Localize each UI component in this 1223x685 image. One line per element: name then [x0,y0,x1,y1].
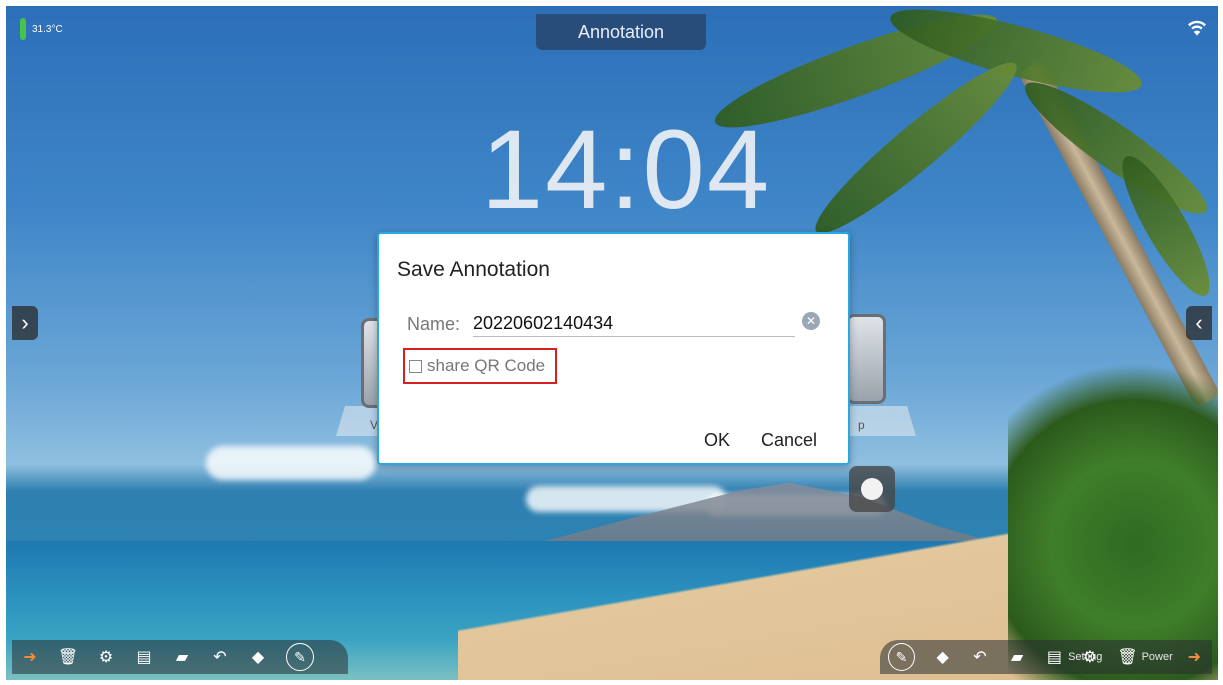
temperature-indicator: 31.3°C [20,18,63,40]
trash-icon[interactable]: 🗑 [58,647,78,667]
app-tile-right-label: p [858,418,865,432]
share-qr-code-label[interactable]: share QR Code [427,356,545,376]
temperature-value: 31.3°C [32,23,63,35]
eraser-icon[interactable]: ◆ [933,647,952,667]
expand-left-arrow[interactable]: › [12,306,38,340]
save-icon[interactable]: ▤ [134,647,154,667]
trash-icon[interactable]: 🗑 [1117,647,1137,667]
save-annotation-dialog: Save Annotation Name: ✕ share QR Code OK… [377,232,850,465]
cancel-button[interactable]: Cancel [761,430,817,451]
folder-icon[interactable]: ▰ [172,647,192,667]
expand-right-arrow[interactable]: ‹ [1186,306,1212,340]
pen-icon[interactable]: ✎ [888,643,916,671]
annotation-toolbar-right: ✎ ◆ ↶ ▰ ▤ Setting ⚙ 🗑 Power ➜ [880,640,1212,674]
thermometer-icon [20,18,26,40]
name-label: Name: [407,314,461,334]
ok-button[interactable]: OK [704,430,730,451]
undo-icon[interactable]: ↶ [970,647,989,667]
clear-icon[interactable]: ✕ [802,312,820,330]
app-tile-right[interactable] [846,314,886,404]
record-button[interactable] [849,466,895,512]
clock: 14:04 [480,107,772,232]
power-label[interactable]: Power [1142,651,1173,663]
gear-icon[interactable]: ⚙ [96,647,116,667]
pen-icon[interactable]: ✎ [286,643,314,671]
name-input[interactable] [473,310,795,337]
save-icon[interactable]: ▤ [1045,647,1064,667]
folder-icon[interactable]: ▰ [1008,647,1027,667]
annotation-title: Annotation [536,14,706,50]
gear-icon[interactable]: ⚙ [1080,647,1099,667]
eraser-icon[interactable]: ◆ [248,647,268,667]
exit-icon[interactable]: ➜ [20,647,40,667]
dialog-title: Save Annotation [397,258,550,281]
foliage [1008,340,1218,680]
undo-icon[interactable]: ↶ [210,647,230,667]
exit-icon[interactable]: ➜ [1185,647,1204,667]
cloud [206,446,376,480]
annotation-toolbar-left: ➜ 🗑 ⚙ ▤ ▰ ↶ ◆ ✎ [12,640,348,674]
share-qr-code-checkbox[interactable] [409,359,422,373]
record-icon [861,478,883,500]
share-qr-code-option[interactable]: share QR Code [403,348,557,384]
wifi-icon [1188,20,1206,36]
